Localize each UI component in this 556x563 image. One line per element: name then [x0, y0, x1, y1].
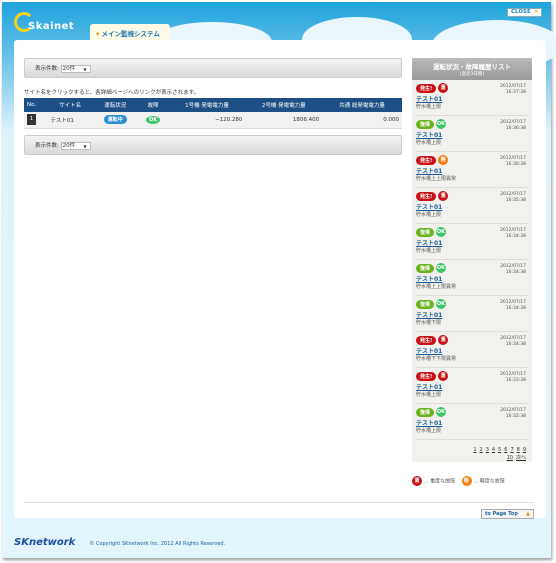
page-link[interactable]: 3: [486, 447, 489, 453]
divider: [24, 502, 534, 503]
recovery-badge: 復帰: [416, 407, 435, 417]
total-value: 0.000: [322, 112, 402, 129]
site-name[interactable]: テスト01: [47, 112, 93, 129]
history-item: 発生! 重 2012/07/17 16:33:38 テスト01 貯水槽上限: [416, 368, 528, 404]
page-link[interactable]: 次へ: [516, 455, 526, 461]
column-header: 2号機 発電電力量: [245, 98, 323, 112]
recovery-badge: 復帰: [416, 263, 435, 273]
history-item: 発生! 重 2012/07/17 16:34:38 テスト01 貯水槽下下限異常: [416, 332, 528, 368]
tab-main-monitoring[interactable]: ▾ メイン監視システム: [90, 24, 170, 40]
history-item: 復帰 OK 2012/07/17 16:34:38 テスト01 貯水槽上限: [416, 224, 528, 260]
main-panel: 表示件数: 20件 ▼ サイト名をクリックすると、各詳細ページへのリンクが表示され…: [14, 40, 546, 519]
occurrence-badge: 発生!: [416, 335, 437, 345]
close-icon: ✕: [533, 9, 539, 15]
occurrence-badge: 発生!: [416, 191, 437, 201]
occurrence-badge: 発生!: [416, 83, 437, 93]
history-item: 発生! 重 2012/07/17 16:35:38 テスト01 貯水槽上限: [416, 188, 528, 224]
sknetwork-logo: SKnetwork: [14, 537, 76, 548]
site-table: No. サイト名 運転状況 故障 1号機 発電電力量 2号機 発電電力量 共通 総発電電力量…: [24, 98, 402, 129]
occurrence-badge: 発生!: [416, 371, 437, 381]
fault-ok-badge: OK: [146, 115, 161, 124]
recovery-badge: 復帰: [416, 119, 435, 129]
page-link[interactable]: 10: [507, 455, 513, 461]
history-description: 貯水槽下限: [416, 320, 442, 326]
history-header: 運転状況・故障履歴リスト (直近3日間): [412, 58, 532, 80]
page-link[interactable]: 5: [498, 447, 501, 453]
page-link: 1: [473, 447, 477, 453]
column-header: 共通 総発電電力量: [322, 98, 402, 112]
major-fault-icon: 重: [412, 476, 422, 486]
column-header: No.: [24, 98, 48, 112]
running-status-badge: 運転中: [103, 115, 127, 125]
severity-icon: OK: [435, 227, 446, 237]
toolbar-top: 表示件数: 20件 ▼: [24, 58, 402, 78]
column-header: 故障: [137, 98, 169, 112]
history-description: 貯水槽上限: [416, 428, 442, 434]
history-description: 貯水槽上上限異常: [416, 284, 457, 290]
history-description: 貯水槽上限: [416, 212, 442, 218]
table-row[interactable]: 1 テスト01 運転中 OK −120.280 1806.400 0.000: [24, 112, 402, 129]
count-select-bottom[interactable]: 20件 ▼: [60, 142, 91, 150]
close-button[interactable]: CLOSE ✕: [507, 8, 543, 17]
recovery-badge: 復帰: [416, 227, 435, 237]
gen1-value: −120.280: [168, 112, 246, 129]
severity-icon: 重: [438, 83, 449, 93]
severity-icon: OK: [435, 119, 446, 129]
severity-icon: OK: [435, 407, 446, 417]
history-item: 発生! 重 2012/07/17 16:37:38 テスト01 貯水槽上限: [416, 80, 528, 116]
row-number: 1: [24, 112, 48, 129]
instruction-note: サイト名をクリックすると、各詳細ページへのリンクが表示されます。: [24, 90, 200, 96]
minor-fault-icon: 軽: [461, 476, 472, 486]
arrow-up-icon: ▲: [525, 511, 530, 517]
legend: 重 … 重度な故障 軽 … 軽度な故障: [412, 476, 505, 486]
history-description: 貯水槽上限: [416, 248, 442, 254]
window: Skainet ▾ メイン監視システム CLOSE ✕ 表示件数: 20件 ▼ サイ…: [2, 2, 556, 558]
page-top-button[interactable]: to Page Top ▲: [481, 509, 534, 519]
occurrence-badge: 発生!: [416, 155, 437, 165]
pagination: 1 2 3 4 5 6 7 8 9 10 次へ: [412, 440, 532, 462]
page-link[interactable]: 4: [492, 447, 495, 453]
history-description: 貯水槽下下限異常: [416, 356, 457, 362]
history-description: 貯水槽上限: [416, 392, 442, 398]
history-description: 貯水槽上限: [416, 104, 442, 110]
history-item: 発生! 軽 2012/07/17 16:36:38 テスト01 貯水槽上上限異常: [416, 152, 528, 188]
severity-icon: 重: [438, 191, 449, 201]
severity-icon: OK: [435, 299, 446, 309]
severity-icon: 軽: [438, 155, 449, 165]
page-link[interactable]: 9: [523, 447, 526, 453]
severity-icon: OK: [435, 263, 446, 273]
history-description: 貯水槽上上限異常: [416, 176, 457, 182]
gen2-value: 1806.400: [245, 112, 323, 129]
history-item: 復帰 OK 2012/07/17 16:34:38 テスト01 貯水槽上上限異常: [416, 260, 528, 296]
column-header: サイト名: [47, 98, 93, 112]
history-item: 復帰 OK 2012/07/17 16:34:38 テスト01 貯水槽下限: [416, 296, 528, 332]
severity-icon: 重: [438, 371, 449, 381]
page-link[interactable]: 8: [517, 447, 520, 453]
page-link[interactable]: 7: [510, 447, 513, 453]
page-link[interactable]: 2: [480, 447, 483, 453]
history-description: 貯水槽上限: [416, 140, 442, 146]
footer: SKnetwork © Copyright SKnetwork Inc. 2012…: [14, 537, 226, 548]
column-header: 運転状況: [92, 98, 138, 112]
toolbar-bottom: 表示件数: 20件 ▼: [24, 135, 402, 155]
count-select[interactable]: 20件 ▼: [60, 65, 91, 73]
page-link[interactable]: 6: [504, 447, 507, 453]
recovery-badge: 復帰: [416, 299, 435, 309]
history-panel: 運転状況・故障履歴リスト (直近3日間) 発生! 重 2012/07/17 16:3…: [412, 58, 532, 462]
severity-icon: 重: [438, 335, 449, 345]
column-header: 1号機 発電電力量: [168, 98, 246, 112]
history-item: 復帰 OK 2012/07/17 16:36:38 テスト01 貯水槽上限: [416, 116, 528, 152]
history-item: 復帰 OK 2012/07/17 16:32:38 テスト01 貯水槽上限: [416, 404, 528, 440]
